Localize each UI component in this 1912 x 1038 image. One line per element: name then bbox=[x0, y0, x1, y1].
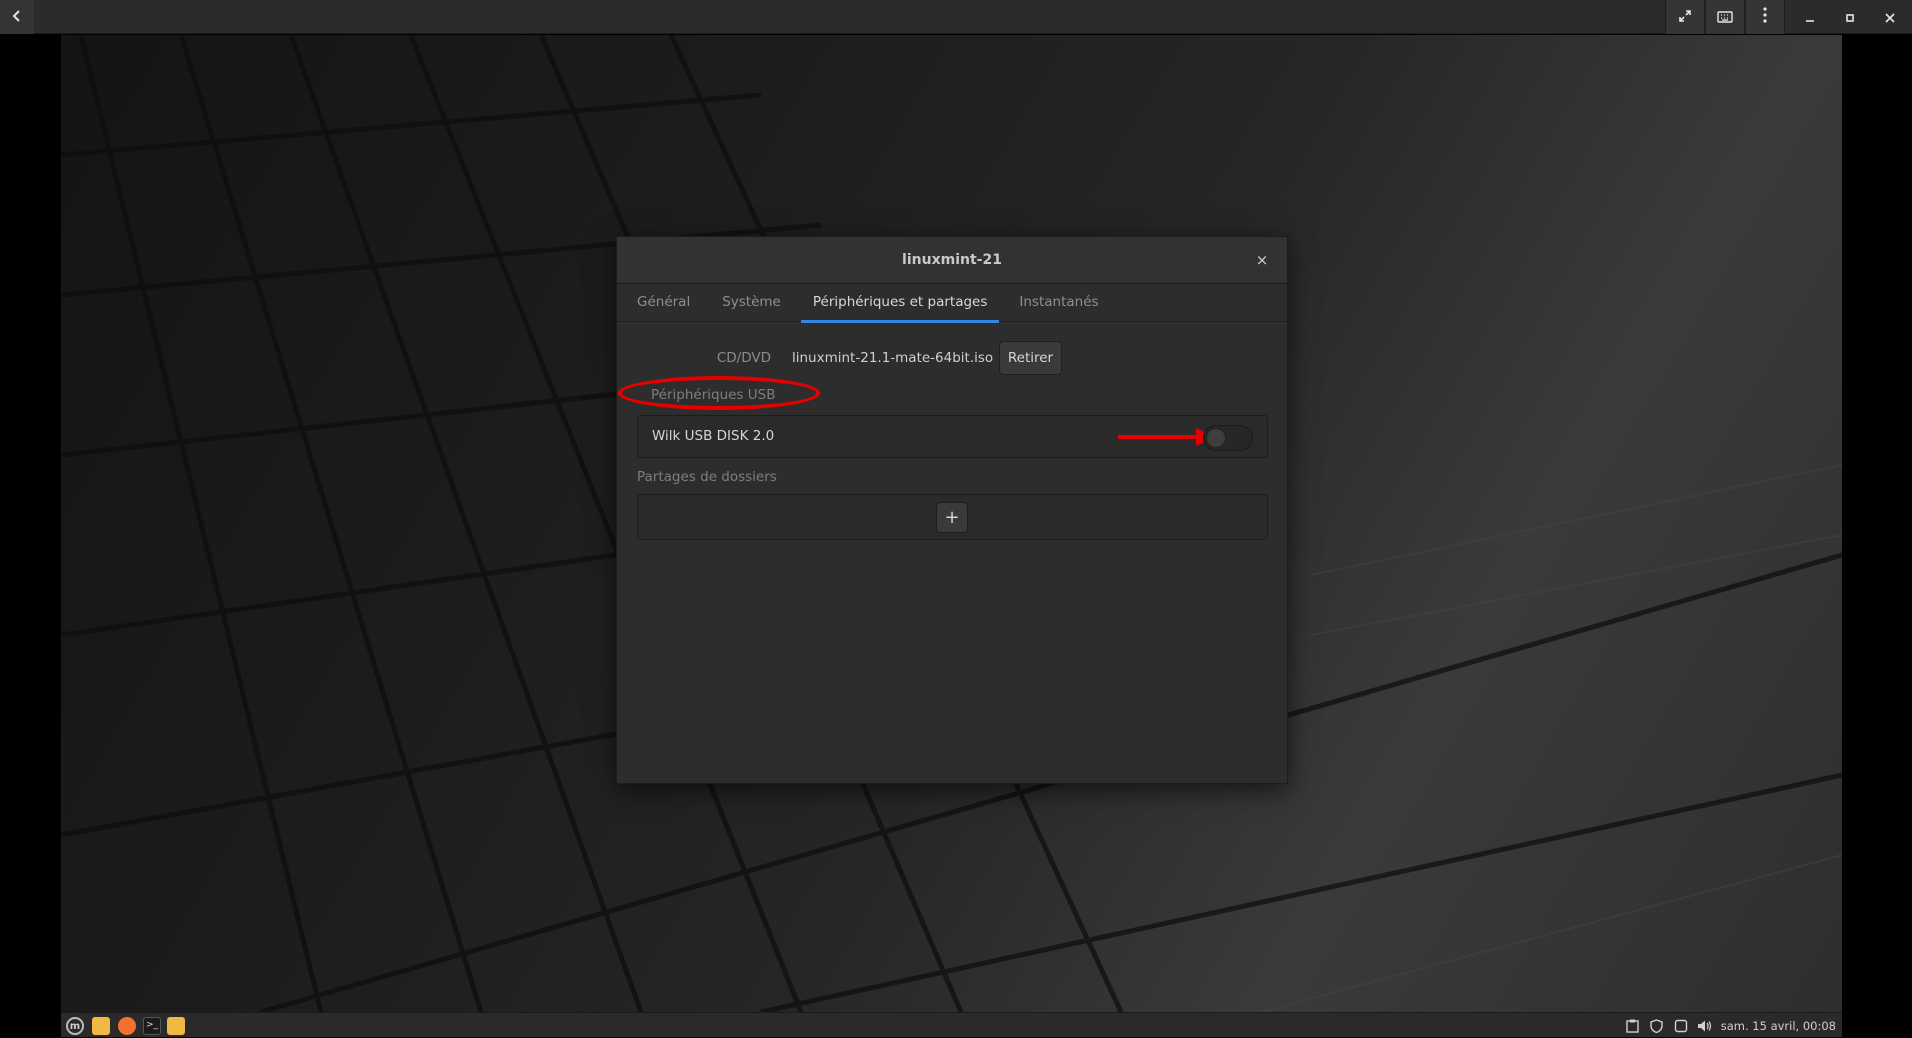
fullscreen-button[interactable] bbox=[1665, 0, 1705, 34]
kebab-menu-icon bbox=[1763, 7, 1767, 27]
home-folder-icon[interactable] bbox=[167, 1017, 185, 1035]
back-button[interactable] bbox=[0, 0, 34, 34]
maximize-icon bbox=[1845, 8, 1855, 27]
window-close-button[interactable] bbox=[1870, 0, 1910, 34]
usb-device-list: Wilk USB DISK 2.0 bbox=[637, 415, 1268, 458]
guest-taskbar: m >_ sam. 15 avril, 00:08 bbox=[61, 1012, 1842, 1037]
clock[interactable]: sam. 15 avril, 00:08 bbox=[1721, 1019, 1836, 1033]
plus-icon: + bbox=[944, 507, 960, 528]
annotation-ellipse bbox=[618, 376, 820, 410]
fullscreen-icon bbox=[1678, 8, 1692, 27]
volume-icon[interactable] bbox=[1697, 1018, 1713, 1034]
terminal-icon[interactable]: >_ bbox=[143, 1017, 161, 1035]
network-icon[interactable] bbox=[1673, 1018, 1689, 1034]
folder-shares-list: + bbox=[637, 494, 1268, 540]
toggle-knob bbox=[1206, 428, 1226, 448]
keyboard-button[interactable] bbox=[1705, 0, 1745, 34]
keyboard-icon bbox=[1717, 8, 1733, 27]
minimize-button[interactable] bbox=[1790, 0, 1830, 34]
cd-dvd-iso-name: linuxmint-21.1-mate-64bit.iso bbox=[792, 350, 994, 366]
dialog-close-button[interactable]: × bbox=[1251, 249, 1273, 271]
menu-button[interactable] bbox=[1745, 0, 1785, 34]
tab-bar: Général Système Périphériques et partage… bbox=[617, 284, 1287, 323]
mint-menu-icon[interactable]: m bbox=[66, 1017, 84, 1035]
usb-device-name: Wilk USB DISK 2.0 bbox=[652, 428, 775, 444]
maximize-button[interactable] bbox=[1830, 0, 1870, 34]
dialog-header: linuxmint-21 × bbox=[617, 237, 1287, 284]
file-manager-icon[interactable] bbox=[92, 1017, 110, 1035]
tab-general[interactable]: Général bbox=[625, 284, 702, 322]
cd-dvd-row: CD/DVD linuxmint-21.1-mate-64bit.iso Ret… bbox=[617, 341, 1287, 375]
add-share-button[interactable]: + bbox=[936, 502, 968, 533]
system-tray: sam. 15 avril, 00:08 bbox=[1625, 1013, 1836, 1038]
tab-devices-shares[interactable]: Périphériques et partages bbox=[800, 284, 1000, 323]
close-icon: × bbox=[1255, 251, 1269, 269]
folder-shares-heading: Partages de dossiers bbox=[637, 469, 777, 485]
eject-cd-button[interactable]: Retirer bbox=[999, 341, 1062, 375]
boxes-header-bar bbox=[0, 0, 1912, 34]
vm-display[interactable]: linuxmint-21 × Général Système Périphéri… bbox=[61, 35, 1842, 1012]
minimize-icon bbox=[1805, 8, 1815, 27]
firefox-icon[interactable] bbox=[118, 1017, 136, 1035]
tab-snapshots[interactable]: Instantanés bbox=[1007, 284, 1110, 322]
vm-properties-dialog: linuxmint-21 × Général Système Périphéri… bbox=[616, 236, 1288, 784]
back-arrow-icon bbox=[10, 8, 24, 27]
shield-icon[interactable] bbox=[1649, 1018, 1665, 1034]
clipboard-icon[interactable] bbox=[1625, 1018, 1641, 1034]
dialog-title: linuxmint-21 bbox=[902, 252, 1002, 268]
usb-redirect-toggle[interactable] bbox=[1203, 425, 1253, 451]
cd-dvd-label: CD/DVD bbox=[716, 350, 771, 366]
tab-system[interactable]: Système bbox=[710, 284, 793, 322]
close-icon bbox=[1885, 8, 1895, 27]
